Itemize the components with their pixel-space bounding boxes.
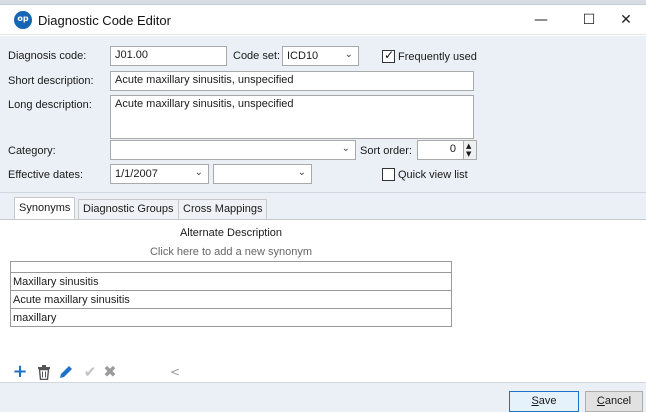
add-icon[interactable]: +	[10, 362, 30, 382]
save-label: ave	[538, 395, 557, 407]
effective-dates-label: Effective dates:	[8, 169, 84, 181]
sort-order-spin-buttons[interactable]: ▲ ▼	[463, 141, 476, 159]
cancel-button[interactable]: Cancel	[585, 391, 643, 412]
tab-diagnostic-groups[interactable]: Diagnostic Groups	[78, 199, 179, 219]
quick-view-checkbox[interactable]	[382, 168, 395, 181]
save-button[interactable]: Save	[509, 391, 579, 412]
chevron-down-icon: ⌄	[341, 143, 350, 154]
delete-icon[interactable]	[34, 362, 54, 382]
scroll-left-icon[interactable]: <	[170, 362, 180, 382]
code-set-value: ICD10	[287, 50, 319, 62]
cancel-label: ancel	[604, 395, 632, 407]
chevron-down-icon: ⌄	[344, 49, 353, 60]
quick-view-label: Quick view list	[398, 169, 468, 181]
chevron-down-icon: ⌄	[297, 167, 306, 178]
dialog-footer: Save Cancel	[0, 382, 646, 412]
synonyms-panel: Alternate Description Click here to add …	[0, 219, 646, 381]
short-description-label: Short description:	[8, 75, 94, 87]
save-mnemonic: S	[531, 395, 539, 407]
category-label: Category:	[8, 145, 56, 157]
diagnosis-code-label: Diagnosis code:	[8, 50, 87, 62]
edit-pencil-icon[interactable]	[56, 362, 76, 382]
list-item-blank[interactable]	[10, 262, 452, 273]
synonym-list: Maxillary sinusitis Acute maxillary sinu…	[10, 261, 452, 327]
alternate-description-column-header[interactable]: Alternate Description	[0, 227, 462, 239]
tab-strip: Synonyms Diagnostic Groups Cross Mapping…	[0, 193, 646, 220]
app-logo-icon: op	[14, 11, 32, 29]
confirm-check-icon[interactable]: ✔	[80, 362, 100, 382]
frequently-used-label: Frequently used	[398, 51, 477, 63]
list-item[interactable]: maxillary	[10, 309, 452, 327]
effective-start-value: 1/1/2007	[115, 168, 158, 180]
frequently-used-checkbox[interactable]: ✓	[382, 48, 395, 63]
effective-start-date-picker[interactable]: 1/1/2007 ⌄	[110, 164, 209, 184]
tab-synonyms[interactable]: Synonyms	[14, 197, 76, 220]
window-title: Diagnostic Code Editor	[38, 13, 171, 28]
cancel-x-icon[interactable]: ✖	[100, 362, 120, 382]
synonym-toolbar: + ✔ ✖ <	[0, 362, 646, 382]
checkmark-icon: ✓	[384, 48, 395, 62]
spin-up-icon[interactable]: ▲	[466, 142, 471, 150]
add-synonym-row[interactable]: Click here to add a new synonym	[0, 246, 462, 258]
short-description-input[interactable]: Acute maxillary sinusitis, unspecified	[110, 71, 474, 91]
effective-end-date-picker[interactable]: ⌄	[213, 164, 312, 184]
sort-order-value: 0	[449, 143, 456, 155]
list-item[interactable]: Acute maxillary sinusitis	[10, 291, 452, 309]
diagnosis-code-input[interactable]: J01.00	[110, 46, 227, 66]
cancel-mnemonic: C	[596, 395, 605, 407]
long-description-label: Long description:	[8, 99, 92, 111]
tab-cross-mappings[interactable]: Cross Mappings	[178, 199, 268, 219]
code-form-panel: Diagnosis code: J01.00 Code set: ICD10 ⌄…	[0, 36, 646, 193]
code-set-label: Code set:	[233, 50, 281, 62]
category-select[interactable]: ⌄	[110, 140, 356, 160]
minimize-button[interactable]: —	[518, 5, 564, 35]
spin-down-icon[interactable]: ▼	[466, 150, 471, 158]
chevron-down-icon: ⌄	[194, 167, 203, 178]
code-set-select[interactable]: ICD10 ⌄	[282, 46, 359, 66]
close-button[interactable]: ✕	[606, 5, 646, 35]
long-description-textarea[interactable]: Acute maxillary sinusitis, unspecified	[110, 95, 474, 139]
sort-order-label: Sort order:	[360, 145, 412, 157]
list-item[interactable]: Maxillary sinusitis	[10, 273, 452, 291]
title-bar[interactable]: op Diagnostic Code Editor — ☐ ✕	[0, 5, 646, 35]
